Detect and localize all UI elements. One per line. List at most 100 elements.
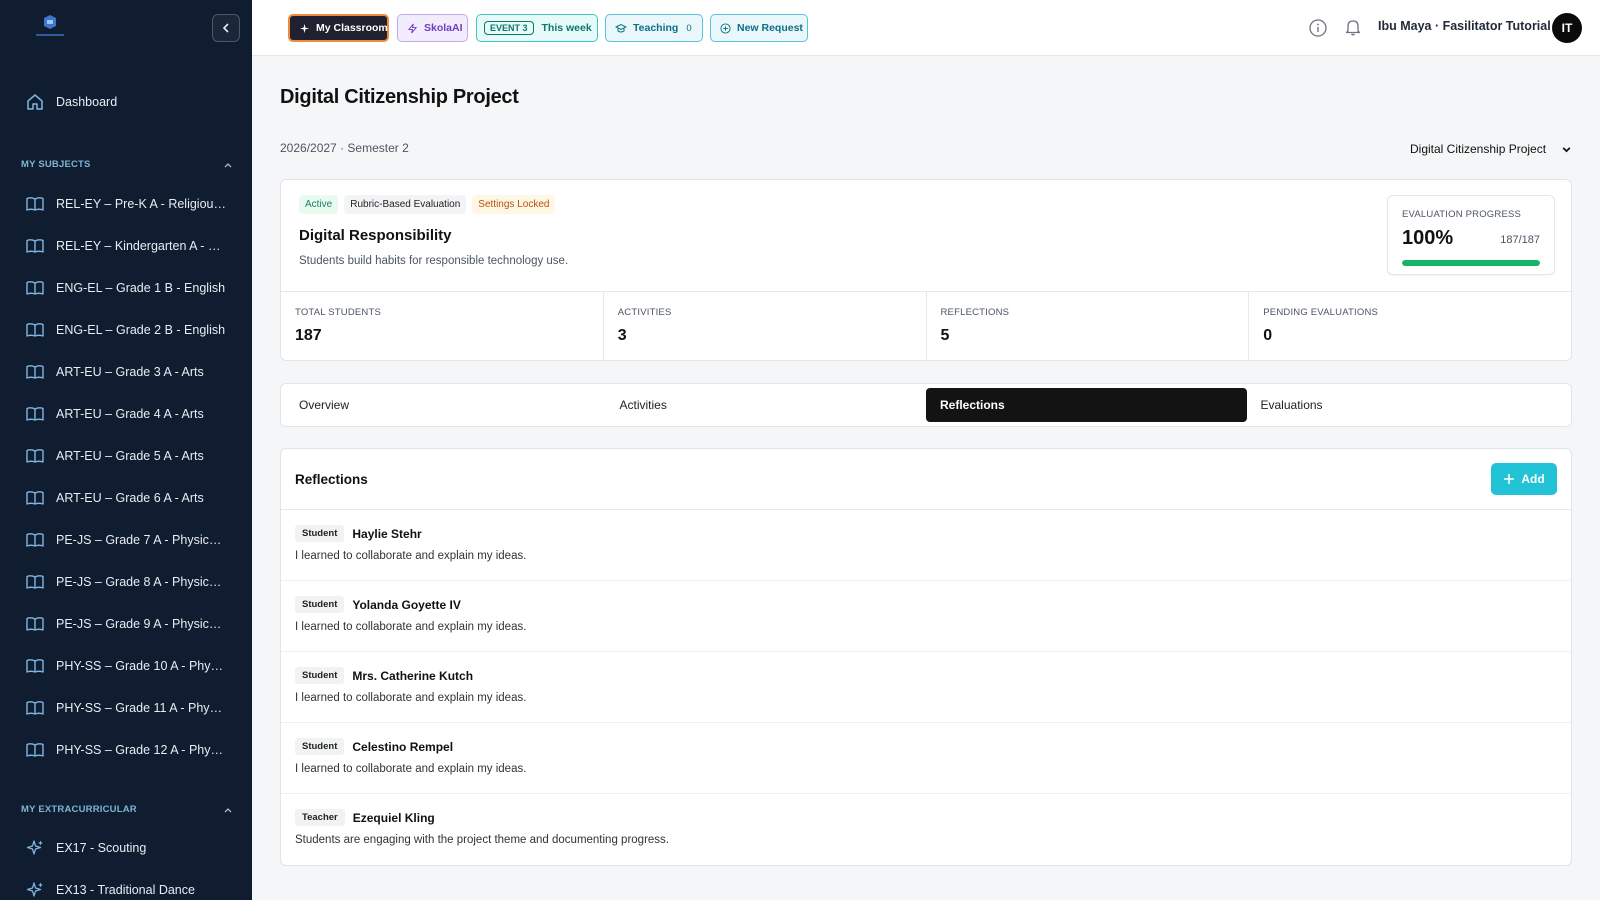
sidebar-item-label: EX17 - Scouting: [56, 841, 147, 855]
stat-value: 5: [940, 327, 950, 344]
my-subjects-header[interactable]: MY SUBJECTS: [21, 159, 233, 170]
book-icon: [24, 487, 46, 509]
evaluation-type-badge: Rubric-Based Evaluation: [344, 195, 467, 214]
my-classroom-label: My Classroom: [316, 22, 388, 34]
sidebar-item-subject[interactable]: ART-EU – Grade 5 A - Arts: [0, 436, 252, 476]
book-icon: [24, 193, 46, 215]
status-badge: Active: [299, 195, 339, 214]
sidebar-item-subject[interactable]: PHY-SS – Grade 10 A - Physics: [0, 646, 252, 686]
project-select[interactable]: Digital Citizenship Project: [1410, 139, 1572, 159]
sidebar-item-extracurricular[interactable]: EX17 - Scouting: [0, 828, 252, 868]
sidebar-item-label: ART-EU – Grade 5 A - Arts: [56, 449, 204, 463]
book-icon: [24, 445, 46, 467]
progress-bar: [1402, 260, 1540, 266]
graduation-cap-icon: [615, 23, 627, 34]
sidebar-item-label: ART-EU – Grade 6 A - Arts: [56, 491, 204, 505]
book-icon: [24, 571, 46, 593]
stat-activities: ACTIVITIES 3: [604, 292, 927, 361]
book-icon: [24, 361, 46, 383]
reflection-meta: Student Celestino Rempel: [295, 738, 1557, 755]
stat-value: 0: [1263, 327, 1273, 344]
tab-evaluations[interactable]: Evaluations: [1247, 388, 1568, 422]
bolt-icon: [407, 23, 418, 34]
reflections-panel: Reflections Add Student Haylie Stehr I lea…: [280, 448, 1572, 866]
avatar[interactable]: IT: [1552, 13, 1582, 43]
sidebar-item-subject[interactable]: REL-EY – Pre-K A - Religious a...: [0, 184, 252, 224]
notification-bell-icon[interactable]: [1343, 17, 1363, 37]
progress-count: 187/187: [1500, 234, 1540, 246]
sidebar-item-label: REL-EY – Pre-K A - Religious a...: [56, 197, 228, 211]
school-logo-icon[interactable]: [32, 12, 68, 42]
reflection-row[interactable]: Student Haylie Stehr I learned to collabor…: [281, 510, 1571, 581]
role-badge: Student: [295, 596, 345, 613]
chevron-up-icon: [224, 807, 232, 812]
stats-row: TOTAL STUDENTS 187 ACTIVITIES 3 REFLECTI…: [281, 291, 1571, 361]
stat-label: ACTIVITIES: [617, 307, 672, 318]
info-icon[interactable]: [1308, 18, 1328, 38]
event-button[interactable]: EVENT 3 This week: [476, 14, 598, 42]
project-theme-title: Digital Responsibility: [299, 227, 452, 244]
skolaai-button[interactable]: SkolaAI: [397, 14, 468, 42]
reflection-row[interactable]: Teacher Ezequiel Kling Students are engagi…: [281, 794, 1571, 865]
page-title: Digital Citizenship Project: [280, 86, 519, 108]
tab-reflections[interactable]: Reflections: [926, 388, 1247, 422]
plus-icon: [1504, 474, 1515, 484]
settings-locked-badge: Settings Locked: [472, 195, 556, 214]
chevron-up-icon: [224, 162, 232, 167]
sidebar-item-subject[interactable]: ART-EU – Grade 4 A - Arts: [0, 394, 252, 434]
teaching-button[interactable]: Teaching 0: [605, 14, 703, 42]
reflection-row[interactable]: Student Celestino Rempel I learned to coll…: [281, 723, 1571, 794]
sidebar-item-label: ENG-EL – Grade 2 B - English: [56, 323, 226, 337]
sparkle-icon: [299, 23, 310, 34]
stat-label: TOTAL STUDENTS: [295, 307, 382, 318]
sidebar-item-subject[interactable]: PHY-SS – Grade 12 A - Physics: [0, 730, 252, 770]
sidebar-item-subject[interactable]: ENG-EL – Grade 1 B - English: [0, 268, 252, 308]
teaching-count: 0: [686, 22, 692, 34]
sparkles-icon: [24, 879, 46, 900]
sidebar: Dashboard MY SUBJECTS REL-EY – Pre-K A -…: [0, 0, 252, 900]
stat-value: 187: [295, 327, 322, 344]
section-label: MY SUBJECTS: [21, 159, 91, 170]
sidebar-item-dashboard[interactable]: Dashboard: [0, 82, 252, 122]
sidebar-item-extracurricular[interactable]: EX13 - Traditional Dance: [0, 870, 252, 900]
sidebar-item-subject[interactable]: PE-JS – Grade 9 A - Physical E...: [0, 604, 252, 644]
reflection-row[interactable]: Student Mrs. Catherine Kutch I learned to …: [281, 652, 1571, 723]
sidebar-item-subject[interactable]: PE-JS – Grade 8 A - Physical E...: [0, 562, 252, 602]
reflection-row[interactable]: Student Yolanda Goyette IV I learned to co…: [281, 581, 1571, 652]
tab-activities[interactable]: Activities: [606, 388, 927, 422]
reflections-title: Reflections: [295, 471, 368, 487]
my-classroom-button[interactable]: My Classroom: [288, 14, 389, 42]
event-label: This week: [541, 22, 592, 34]
sparkles-icon: [24, 837, 46, 859]
reflection-text: I learned to collaborate and explain my …: [295, 550, 527, 562]
reflection-meta: Student Yolanda Goyette IV: [295, 596, 1557, 613]
sidebar-item-subject[interactable]: PE-JS – Grade 7 A - Physical E...: [0, 520, 252, 560]
project-summary-card: Active Rubric-Based Evaluation Settings …: [280, 179, 1572, 361]
tab-overview[interactable]: Overview: [285, 388, 606, 422]
reflections-header: Reflections Add: [281, 449, 1571, 510]
reflection-text: I learned to collaborate and explain my …: [295, 692, 527, 704]
sidebar-item-subject[interactable]: REL-EY – Kindergarten A - Reli...: [0, 226, 252, 266]
add-label: Add: [1521, 472, 1545, 486]
sidebar-item-subject[interactable]: ART-EU – Grade 6 A - Arts: [0, 478, 252, 518]
sidebar-item-subject[interactable]: ENG-EL – Grade 2 B - English: [0, 310, 252, 350]
sidebar-item-label: PE-JS – Grade 9 A - Physical E...: [56, 617, 228, 631]
new-request-label: New Request: [737, 22, 803, 34]
author-name: Celestino Rempel: [352, 739, 454, 754]
reflection-meta: Teacher Ezequiel Kling: [295, 809, 1557, 826]
my-extracurricular-header[interactable]: MY EXTRACURRICULAR: [21, 804, 233, 815]
collapse-sidebar-button[interactable]: [212, 14, 240, 42]
reflection-meta: Student Mrs. Catherine Kutch: [295, 667, 1557, 684]
add-reflection-button[interactable]: Add: [1491, 463, 1557, 495]
sidebar-item-subject[interactable]: ART-EU – Grade 3 A - Arts: [0, 352, 252, 392]
project-select-value: Digital Citizenship Project: [1410, 142, 1547, 156]
sidebar-item-label: Dashboard: [56, 95, 118, 109]
status-badges: Active Rubric-Based Evaluation Settings …: [299, 195, 556, 214]
user-name[interactable]: Ibu Maya · Fasilitator Tutorial: [1378, 19, 1551, 33]
sidebar-item-label: PE-JS – Grade 8 A - Physical E...: [56, 575, 228, 589]
stat-label: REFLECTIONS: [940, 307, 1010, 318]
stat-value: 3: [617, 327, 627, 344]
sidebar-item-subject[interactable]: PHY-SS – Grade 11 A - Physics: [0, 688, 252, 728]
new-request-button[interactable]: New Request: [710, 14, 808, 42]
author-name: Yolanda Goyette IV: [352, 597, 461, 612]
